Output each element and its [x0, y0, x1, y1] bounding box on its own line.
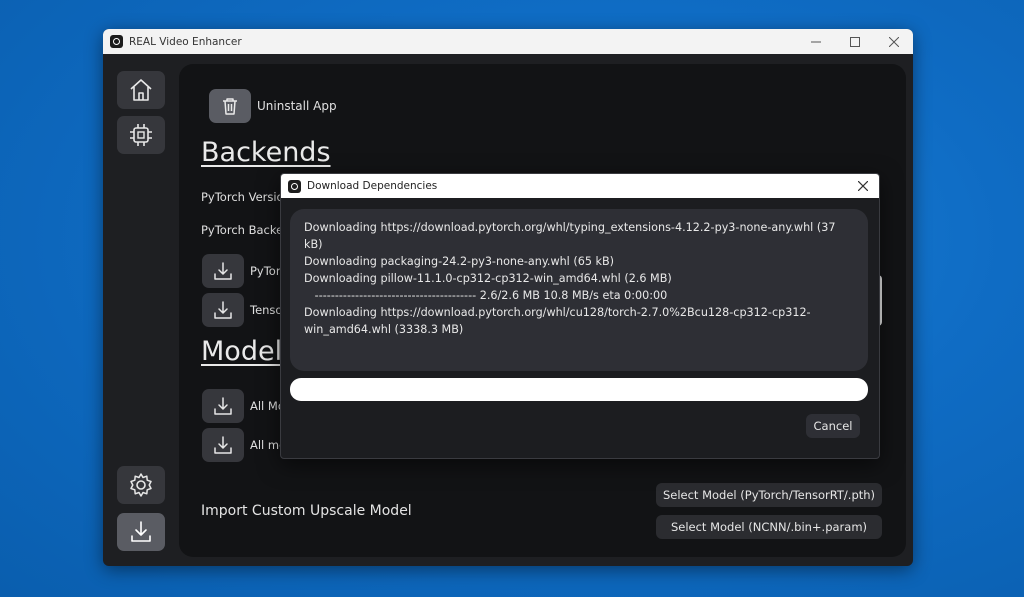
close-window-button[interactable]: [874, 29, 913, 54]
close-icon: [888, 36, 899, 47]
maximize-button[interactable]: [835, 29, 874, 54]
tensorrt-download-label: Tenso: [250, 303, 283, 317]
download-progress-bar: [290, 378, 868, 401]
download-icon: [214, 436, 232, 454]
home-icon: [130, 79, 152, 101]
download-icon: [214, 397, 232, 415]
all-models-download-button-1[interactable]: [202, 389, 244, 423]
sidebar: [103, 54, 179, 566]
gear-icon: [130, 473, 152, 497]
uninstall-button[interactable]: [209, 89, 251, 123]
dialog-title-bar: Download Dependencies: [281, 174, 879, 198]
log-line: Downloading pillow-11.1.0-cp312-cp312-wi…: [304, 272, 672, 285]
download-icon: [214, 301, 232, 319]
title-bar: REAL Video Enhancer: [103, 29, 913, 54]
cancel-button[interactable]: Cancel: [806, 414, 860, 438]
sidebar-item-settings[interactable]: [117, 466, 165, 504]
tensorrt-download-button[interactable]: [202, 293, 244, 327]
close-icon: [858, 181, 868, 191]
pytorch-backend-label: PyTorch Backe: [201, 223, 284, 237]
select-ncnn-model-button[interactable]: Select Model (NCNN/.bin+.param): [656, 515, 882, 539]
sidebar-item-download[interactable]: [117, 513, 165, 551]
download-icon: [214, 262, 232, 280]
models-heading: Model: [201, 336, 283, 367]
maximize-icon: [849, 36, 860, 47]
all-models-download-button-2[interactable]: [202, 428, 244, 462]
select-pytorch-model-button[interactable]: Select Model (PyTorch/TensorRT/.pth): [656, 483, 882, 507]
sidebar-item-processor[interactable]: [117, 116, 165, 154]
log-line: Downloading https://download.pytorch.org…: [304, 221, 840, 251]
uninstall-label: Uninstall App: [257, 99, 337, 113]
pytorch-download-button[interactable]: [202, 254, 244, 288]
app-logo-icon: [110, 35, 123, 48]
log-line: ----------------------------------------…: [304, 289, 668, 302]
minimize-button[interactable]: [796, 29, 835, 54]
log-line: Downloading https://download.pytorch.org…: [304, 306, 811, 336]
app-logo-icon: [288, 179, 301, 193]
dialog-title: Download Dependencies: [307, 180, 438, 192]
sidebar-item-home[interactable]: [117, 71, 165, 109]
download-log: Downloading https://download.pytorch.org…: [290, 209, 868, 371]
download-dependencies-dialog: Download Dependencies Downloading https:…: [280, 173, 880, 459]
log-line: Downloading packaging-24.2-py3-none-any.…: [304, 255, 615, 268]
chip-icon: [130, 124, 152, 146]
minimize-icon: [810, 41, 821, 42]
backends-heading: Backends: [201, 137, 331, 168]
trash-icon: [223, 98, 237, 115]
download-icon: [131, 521, 151, 542]
import-custom-model-label: Import Custom Upscale Model: [201, 503, 412, 519]
window-title: REAL Video Enhancer: [129, 35, 242, 48]
dialog-close-button[interactable]: [853, 174, 873, 198]
pytorch-version-label: PyTorch Versio: [201, 190, 284, 204]
